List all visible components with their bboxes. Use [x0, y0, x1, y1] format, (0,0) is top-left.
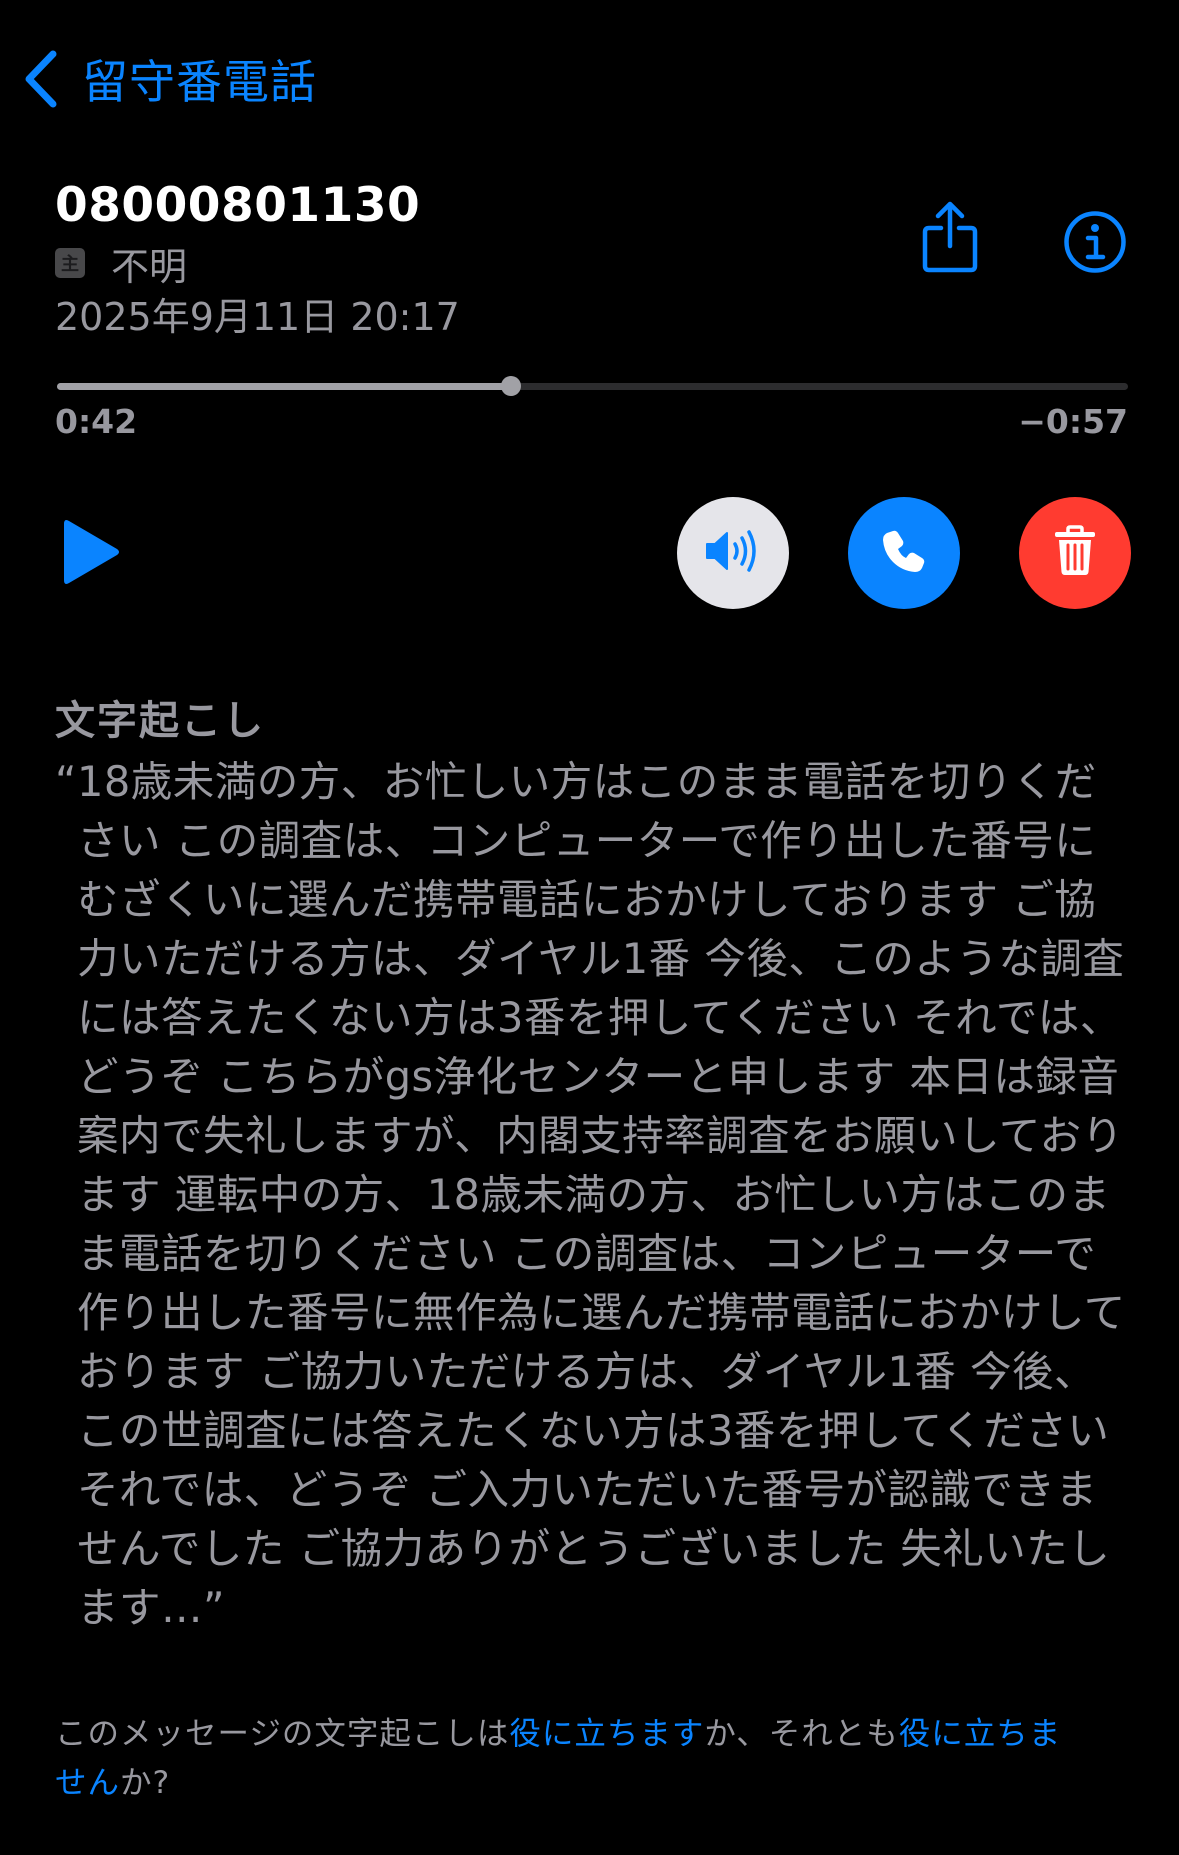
- scrubber-progress: [57, 383, 512, 390]
- share-icon: [921, 200, 979, 274]
- transcript-text: “18歳未満の方、お忙しい方はこのまま電話を切りください この調査は、コンピュー…: [55, 757, 1126, 1632]
- back-button-label: 留守番電話: [82, 55, 317, 109]
- caller-number: 08000801130: [55, 178, 421, 233]
- speaker-button[interactable]: [677, 497, 789, 609]
- speaker-icon: [705, 529, 761, 577]
- call-back-button[interactable]: [848, 497, 960, 609]
- voicemail-date: 2025年9月11日 20:17: [55, 295, 460, 339]
- play-button[interactable]: [60, 518, 122, 590]
- remaining-time: −0:57: [1018, 402, 1128, 441]
- elapsed-time: 0:42: [55, 402, 138, 441]
- feedback-middle: か、それとも: [704, 1716, 899, 1752]
- play-icon: [60, 520, 122, 590]
- chevron-left-icon: [24, 50, 58, 108]
- info-button[interactable]: [1063, 210, 1127, 274]
- back-button[interactable]: 留守番電話: [24, 44, 317, 114]
- caller-label-row: 主 不明: [55, 240, 187, 289]
- share-button[interactable]: [921, 200, 979, 274]
- feedback-prefix: このメッセージの文字起こしは: [55, 1716, 510, 1752]
- scrubber-knob[interactable]: [501, 376, 522, 396]
- playback-scrubber[interactable]: [57, 376, 1128, 396]
- line-badge: 主: [55, 248, 85, 278]
- helpful-link[interactable]: 役に立ちます: [509, 1716, 704, 1752]
- transcript-heading: 文字起こし: [55, 698, 265, 744]
- phone-icon: [880, 527, 928, 579]
- feedback-suffix: か?: [120, 1765, 171, 1801]
- caller-label: 不明: [111, 244, 188, 289]
- transcript-feedback: このメッセージの文字起こしは役に立ちますか、それとも役に立ちませんか?: [55, 1710, 1085, 1808]
- info-icon: [1063, 210, 1127, 274]
- trash-icon: [1053, 525, 1097, 581]
- delete-button[interactable]: [1019, 497, 1131, 609]
